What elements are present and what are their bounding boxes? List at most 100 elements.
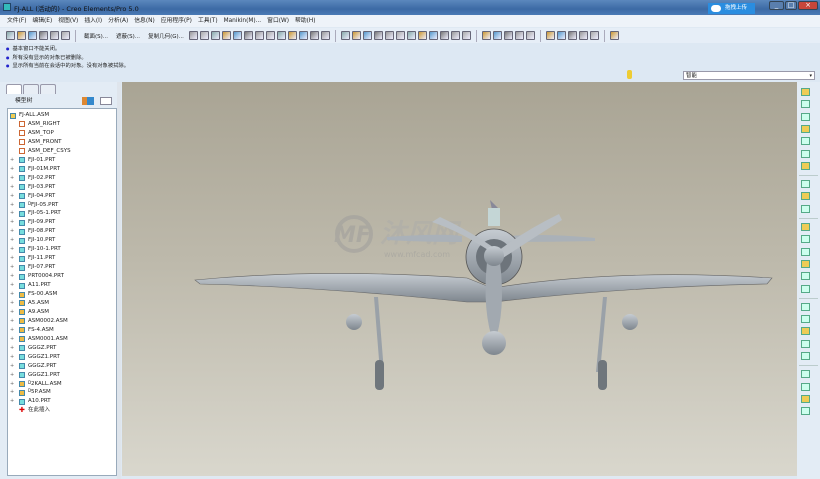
shell-icon[interactable] — [801, 382, 810, 391]
expand-icon[interactable]: + — [10, 372, 14, 378]
datum-axes-icon[interactable] — [556, 31, 566, 40]
appearance-icon[interactable] — [309, 31, 319, 40]
shading-icon[interactable] — [373, 31, 383, 40]
tab-favorites[interactable] — [40, 84, 56, 94]
expand-icon[interactable]: + — [10, 292, 14, 297]
menu-item[interactable]: 窗口(W) — [266, 15, 294, 27]
grid-icon[interactable] — [801, 407, 810, 416]
expand-icon[interactable]: + — [10, 283, 14, 288]
menu-item[interactable]: 分析(A) — [107, 15, 133, 27]
tab-model-tree[interactable] — [6, 84, 22, 94]
menu-item[interactable]: 工具(T) — [197, 15, 223, 27]
model-display-icon[interactable] — [461, 31, 471, 40]
regen-icon[interactable] — [254, 31, 264, 40]
no-hidden-icon[interactable] — [503, 31, 513, 40]
view-button[interactable]: 遮蔽(S)... — [113, 32, 143, 40]
expand-icon[interactable]: + — [10, 157, 14, 163]
expand-icon[interactable]: + — [10, 363, 14, 369]
find-icon[interactable] — [276, 31, 286, 40]
refit-icon[interactable] — [417, 31, 427, 40]
expand-icon[interactable]: + — [10, 399, 14, 404]
expand-icon[interactable]: + — [10, 345, 14, 351]
offset-icon[interactable] — [801, 352, 810, 360]
wireframe-icon[interactable] — [481, 31, 491, 40]
zoom-out-icon[interactable] — [406, 31, 416, 40]
expand-icon[interactable]: + — [10, 202, 14, 208]
close-button[interactable]: × — [798, 1, 818, 10]
orient-icon[interactable] — [362, 31, 372, 40]
sketch-icon[interactable] — [801, 88, 810, 96]
print-icon[interactable] — [39, 31, 48, 40]
expand-icon[interactable]: + — [10, 336, 14, 342]
expand-icon[interactable]: + — [10, 309, 14, 315]
layer-icon[interactable] — [450, 31, 460, 40]
layers-icon[interactable] — [287, 31, 297, 40]
send-icon[interactable] — [50, 31, 59, 40]
pattern-icon[interactable] — [801, 302, 810, 311]
upload-button[interactable]: 拖拽上传 — [708, 3, 755, 14]
blend-icon[interactable] — [801, 259, 810, 268]
expand-icon[interactable]: + — [10, 327, 14, 333]
analysis-icon[interactable] — [801, 161, 810, 170]
expand-icon[interactable]: + — [10, 300, 14, 306]
expand-icon[interactable]: + — [10, 211, 14, 216]
hole-icon[interactable] — [801, 272, 810, 281]
plane-icon[interactable] — [801, 100, 810, 109]
expand-icon[interactable]: + — [10, 175, 14, 181]
shaded-icon[interactable] — [514, 31, 524, 40]
expand-icon[interactable]: + — [10, 184, 14, 190]
context-help-icon[interactable] — [609, 31, 619, 40]
expand-icon[interactable]: + — [10, 390, 14, 395]
enhanced-realism-icon[interactable] — [525, 31, 535, 40]
curve-icon[interactable] — [801, 124, 810, 133]
close-icon[interactable] — [61, 31, 70, 40]
draft-icon[interactable] — [801, 370, 810, 379]
new-icon[interactable] — [6, 31, 15, 40]
undo-icon[interactable] — [188, 31, 198, 40]
menu-item[interactable]: 编辑(E) — [31, 15, 57, 27]
expand-icon[interactable]: + — [10, 247, 14, 252]
paste-special-icon[interactable] — [243, 31, 253, 40]
copy-geom-button[interactable]: 复制几何(G)... — [145, 32, 187, 40]
zoom-in-icon[interactable] — [395, 31, 405, 40]
expand-icon[interactable]: + — [10, 256, 14, 261]
axis-icon[interactable] — [801, 112, 810, 121]
expand-icon[interactable]: + — [10, 318, 14, 324]
select-box-icon[interactable] — [320, 31, 330, 40]
expand-icon[interactable]: + — [10, 274, 14, 279]
create-component-icon[interactable] — [801, 192, 810, 201]
reorient-icon[interactable] — [428, 31, 438, 40]
datum-points-icon[interactable] — [567, 31, 577, 40]
cut-icon[interactable] — [210, 31, 220, 40]
menu-item[interactable]: 应用程序(P) — [160, 15, 197, 27]
render-icon[interactable] — [298, 31, 308, 40]
component-icon[interactable] — [801, 180, 810, 189]
menu-item[interactable]: Manikin(M)... — [223, 15, 267, 27]
menu-item[interactable]: 插入(I) — [83, 15, 107, 27]
minimize-button[interactable]: _ — [769, 1, 784, 10]
mirror-icon[interactable] — [801, 315, 810, 324]
menu-item[interactable]: 信息(N) — [133, 15, 159, 27]
redo-icon[interactable] — [199, 31, 209, 40]
graphics-window[interactable]: MF 沐风网 www.mfcad.com — [122, 82, 797, 476]
sweep-icon[interactable] — [801, 247, 810, 256]
revolve-icon[interactable] — [801, 235, 810, 244]
expand-icon[interactable]: + — [10, 193, 14, 199]
show-icon[interactable] — [100, 97, 112, 105]
open-icon[interactable] — [17, 31, 26, 40]
expand-icon[interactable]: + — [10, 381, 14, 387]
tab-folder-browser[interactable] — [23, 84, 39, 94]
menu-item[interactable]: 视图(V) — [57, 15, 83, 27]
hidden-line-icon[interactable] — [492, 31, 502, 40]
menu-item[interactable]: 帮助(H) — [294, 15, 320, 27]
copy-icon[interactable] — [221, 31, 231, 40]
expand-icon[interactable]: + — [10, 229, 14, 234]
expand-icon[interactable]: + — [10, 238, 14, 243]
regen-manager-icon[interactable] — [265, 31, 275, 40]
csys-icon[interactable] — [801, 149, 810, 158]
saved-views-icon[interactable] — [439, 31, 449, 40]
expand-icon[interactable]: + — [10, 354, 14, 360]
section-button[interactable]: 截面(S)... — [81, 32, 111, 40]
expand-icon[interactable]: + — [10, 265, 14, 270]
point-icon[interactable] — [801, 137, 810, 146]
